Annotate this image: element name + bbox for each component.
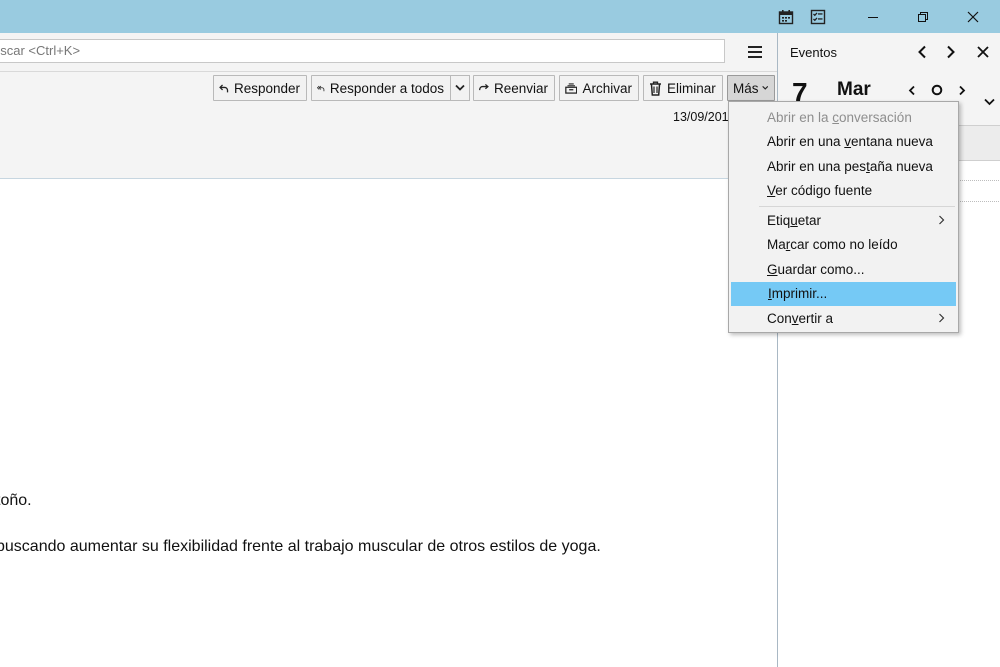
menu-item-save-as[interactable]: Guardar como... xyxy=(730,258,957,282)
chevron-down-icon xyxy=(455,84,465,91)
menu-item-label: er código fuente xyxy=(775,183,873,198)
reply-button[interactable]: Responder xyxy=(213,75,307,101)
message-date: 13/09/201 xyxy=(673,110,729,124)
reply-all-icon xyxy=(317,85,325,91)
forward-button[interactable]: Reenviar xyxy=(473,75,555,101)
message-body-line: toño. xyxy=(0,492,32,509)
menu-item-mark-unread[interactable]: Marcar como no leído xyxy=(730,233,957,257)
close-icon[interactable] xyxy=(948,0,998,33)
chevron-right-icon xyxy=(938,307,945,331)
menu-item-label: Abrir en la xyxy=(767,110,833,125)
more-label: Más xyxy=(733,80,759,96)
menu-item-view-source[interactable]: Ver código fuente xyxy=(730,179,957,203)
menu-item-convert-to[interactable]: Convertir a xyxy=(730,307,957,331)
reply-label: Responder xyxy=(233,80,300,96)
more-menu: Abrir en la conversación Abrir en una ve… xyxy=(728,101,959,333)
archive-button[interactable]: Archivar xyxy=(559,75,639,101)
delete-label: Eliminar xyxy=(667,80,716,96)
menu-item-open-in-conversation[interactable]: Abrir en la conversación xyxy=(730,106,957,130)
more-button[interactable]: Más xyxy=(727,75,775,101)
message-pane: uscar <Ctrl+K> Responder Responder a tod… xyxy=(0,33,777,667)
divider xyxy=(958,180,1000,181)
archive-icon xyxy=(565,82,578,94)
chevron-right-icon[interactable] xyxy=(953,81,971,99)
menu-item-open-new-tab[interactable]: Abrir en una pestaña nueva xyxy=(730,155,957,179)
tasks-icon[interactable] xyxy=(807,6,829,28)
menu-separator xyxy=(759,206,955,207)
menu-item-label: Etiq xyxy=(767,213,791,228)
search-toolbar: uscar <Ctrl+K> xyxy=(0,33,777,72)
reply-icon xyxy=(219,83,229,92)
menu-item-accesskey: v xyxy=(791,311,799,326)
menu-item-label: Con xyxy=(767,311,792,326)
archive-label: Archivar xyxy=(582,80,632,96)
chevron-left-icon[interactable] xyxy=(903,81,921,99)
menu-item-label: entana nueva xyxy=(851,134,933,149)
menu-item-label: Abrir en una pes xyxy=(767,159,867,174)
restore-icon[interactable] xyxy=(898,0,948,33)
reply-all-dropdown[interactable] xyxy=(450,75,470,101)
close-icon[interactable] xyxy=(973,42,993,62)
minimize-icon[interactable] xyxy=(848,0,898,33)
today-icon[interactable] xyxy=(928,81,946,99)
chevron-left-icon[interactable] xyxy=(912,42,932,62)
message-body-line: buscando aumentar su flexibilidad frente… xyxy=(0,538,601,555)
menu-item-label: aña nueva xyxy=(869,159,933,174)
chevron-right-icon xyxy=(938,209,945,233)
reply-all-button[interactable]: Responder a todos xyxy=(311,75,451,101)
menu-icon[interactable] xyxy=(744,41,766,63)
menu-item-tag[interactable]: Etiquetar xyxy=(730,209,957,233)
forward-label: Reenviar xyxy=(493,80,548,96)
menu-item-accesskey: u xyxy=(790,213,798,228)
menu-item-label: onversación xyxy=(839,110,912,125)
divider xyxy=(958,201,1000,202)
menu-item-label: Ma xyxy=(767,237,786,252)
events-header: Eventos xyxy=(778,33,1000,71)
menu-item-label: uardar como... xyxy=(777,262,865,277)
message-header: Responder Responder a todos Reenviar Arc… xyxy=(0,72,777,179)
reply-all-label: Responder a todos xyxy=(329,80,444,96)
chevron-down-icon[interactable] xyxy=(980,93,998,111)
chevron-right-icon[interactable] xyxy=(941,42,961,62)
menu-item-label: etar xyxy=(797,213,822,228)
menu-item-print[interactable]: Imprimir... xyxy=(731,282,956,306)
menu-item-accesskey: G xyxy=(767,262,778,277)
menu-item-open-new-window[interactable]: Abrir en una ventana nueva xyxy=(730,130,957,154)
menu-item-label: car como no leído xyxy=(790,237,898,252)
events-title: Eventos xyxy=(790,45,837,60)
title-bar xyxy=(0,0,1000,33)
forward-icon xyxy=(479,83,489,91)
menu-item-label: mprimir... xyxy=(771,286,828,301)
menu-item-label: Abrir en una xyxy=(767,134,845,149)
delete-button[interactable]: Eliminar xyxy=(643,75,723,101)
search-input[interactable]: uscar <Ctrl+K> xyxy=(0,39,725,63)
search-placeholder: uscar <Ctrl+K> xyxy=(0,43,81,58)
trash-icon xyxy=(650,81,661,96)
chevron-down-icon xyxy=(761,85,768,90)
menu-item-label: ertir a xyxy=(798,311,834,326)
calendar-icon[interactable] xyxy=(775,6,797,28)
day-month: Mar xyxy=(837,79,871,100)
